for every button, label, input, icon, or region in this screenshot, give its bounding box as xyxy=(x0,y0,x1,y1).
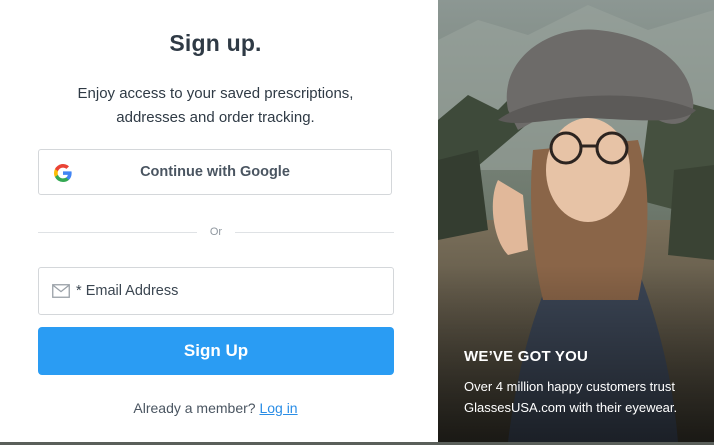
mail-icon xyxy=(52,284,70,298)
continue-with-google-button[interactable]: Continue with Google xyxy=(38,149,392,195)
required-mark: * xyxy=(76,283,82,299)
log-in-link[interactable]: Log in xyxy=(259,400,297,416)
divider-or-text: Or xyxy=(209,226,223,238)
page-subtitle: Enjoy access to your saved prescriptions… xyxy=(77,85,354,126)
email-field-placeholder: * Email Address xyxy=(76,268,178,314)
or-divider: Or xyxy=(38,224,394,240)
sign-up-button[interactable]: Sign Up xyxy=(38,327,394,375)
divider-line-right xyxy=(235,232,394,233)
email-placeholder-text: Email Address xyxy=(85,283,179,299)
promo-text: Over 4 million happy customers trust Gla… xyxy=(464,379,678,415)
signup-modal: Sign up. Enjoy access to your saved pres… xyxy=(0,0,714,442)
member-prompt: Already a member? Log in xyxy=(0,400,431,416)
signup-form-panel: Sign up. Enjoy access to your saved pres… xyxy=(0,0,438,442)
email-field[interactable]: * Email Address xyxy=(38,267,394,315)
continue-with-google-label: Continue with Google xyxy=(140,164,290,180)
page-title: Sign up. xyxy=(169,30,262,56)
member-prompt-text: Already a member? xyxy=(133,400,256,416)
promo-title: WE’VE GOT YOU xyxy=(464,348,589,365)
promo-panel: WE’VE GOT YOU Over 4 million happy custo… xyxy=(438,0,714,442)
divider-line-left xyxy=(38,232,197,233)
